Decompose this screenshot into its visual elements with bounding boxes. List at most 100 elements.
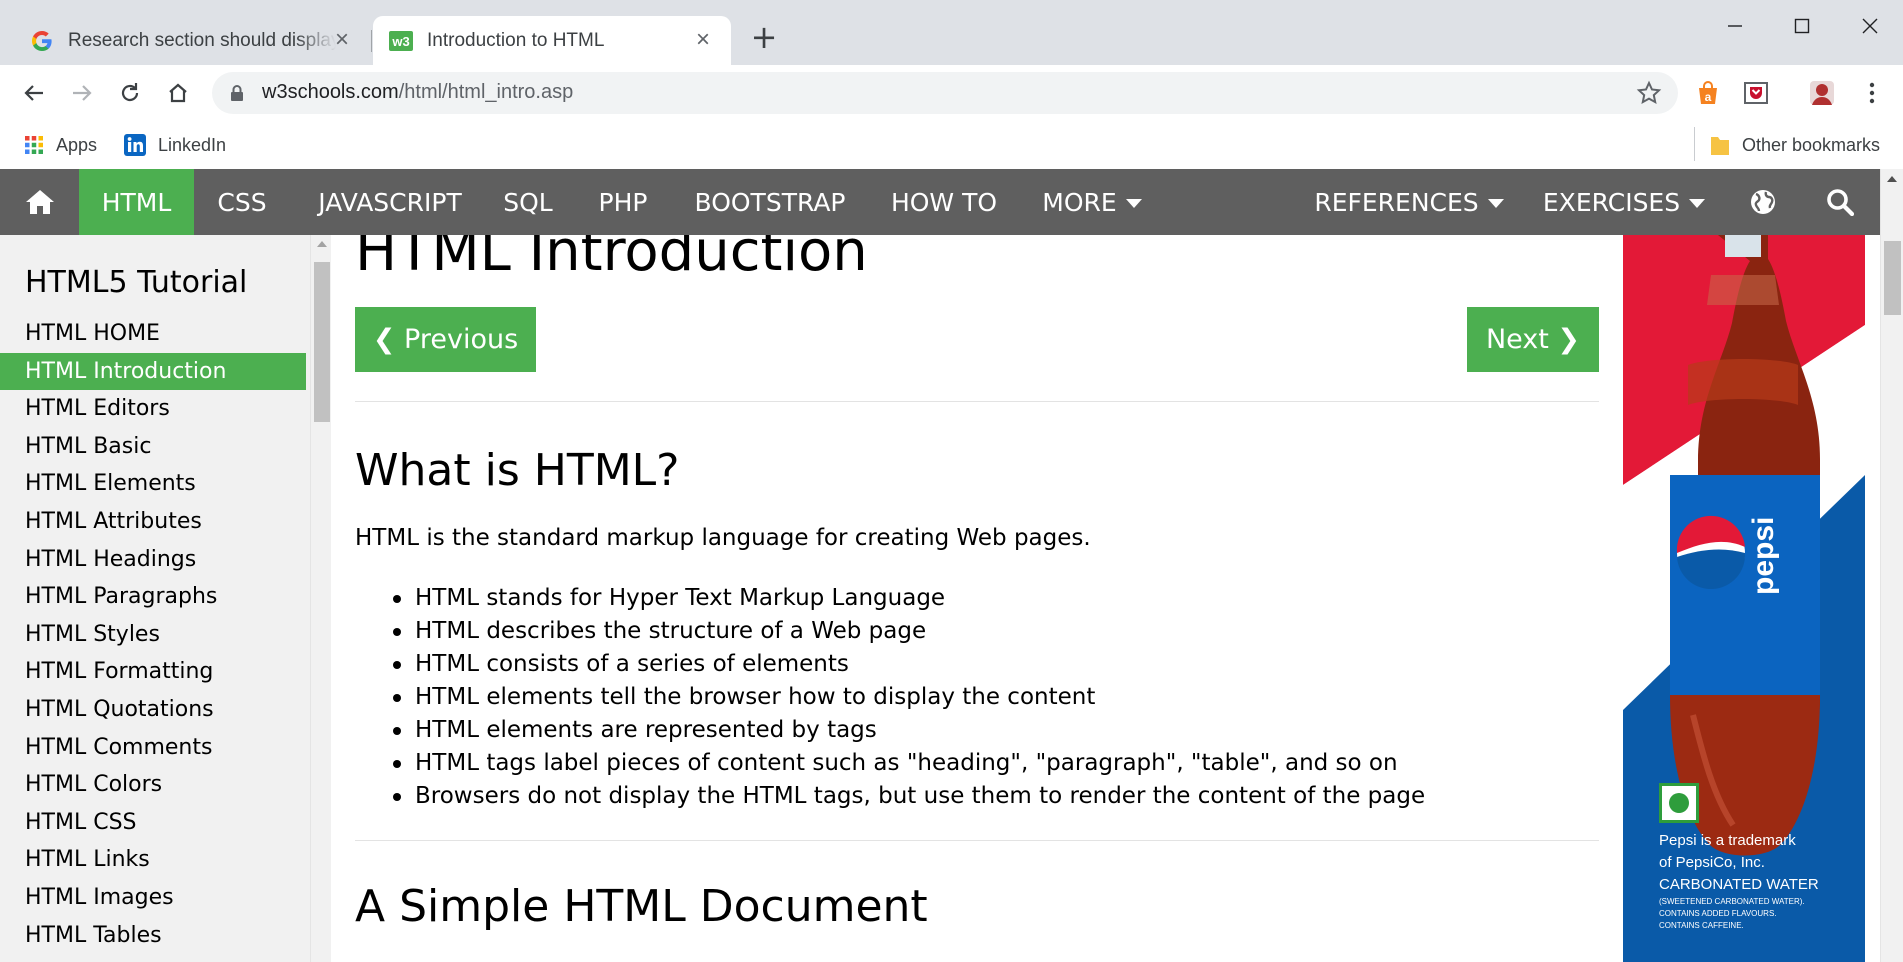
kebab-menu-icon (1869, 82, 1875, 104)
sidebar-item-html-images[interactable]: HTML Images (0, 879, 306, 917)
veg-mark-icon (1659, 783, 1699, 823)
nav-sql[interactable]: SQL (490, 169, 566, 235)
other-bookmarks-folder[interactable]: Other bookmarks (1710, 130, 1880, 160)
nav-css[interactable]: CSS (194, 169, 290, 235)
sidebar-item-html-elements[interactable]: HTML Elements (0, 465, 306, 503)
sidebar-item-html-quotations[interactable]: HTML Quotations (0, 691, 306, 729)
sidebar-scroll-thumb[interactable] (314, 262, 330, 422)
amazon-extension-icon[interactable]: a (1693, 78, 1723, 108)
site-top-nav: HTML CSS JAVASCRIPT SQL PHP BOOTSTRAP HO… (0, 169, 1880, 235)
bookmark-linkedin[interactable]: LinkedIn (124, 130, 226, 160)
next-button[interactable]: Next ❯ (1467, 307, 1599, 372)
translate-button[interactable] (1738, 169, 1788, 235)
bookmark-star-icon[interactable] (1636, 80, 1662, 106)
sidebar-item-html-css[interactable]: HTML CSS (0, 804, 306, 842)
close-icon[interactable]: × (691, 28, 715, 52)
globe-icon (1751, 190, 1775, 214)
nav-exercises-dropdown[interactable]: EXERCISES (1536, 169, 1712, 235)
nav-php[interactable]: PHP (580, 169, 666, 235)
tutorial-sidebar: HTML5 Tutorial HTML HOME HTML Introducti… (0, 235, 310, 962)
google-g-icon (30, 29, 54, 53)
sidebar-item-html-headings[interactable]: HTML Headings (0, 541, 306, 579)
main-content: HTML Introduction ❮ Previous Next ❯ What… (355, 235, 1599, 962)
forward-arrow-icon (73, 85, 92, 101)
ad-fineprint: (SWEETENED CARBONATED WATER). (1659, 897, 1805, 906)
ad-trademark-line: of PepsiCo, Inc. (1659, 854, 1765, 871)
sidebar-item-html-styles[interactable]: HTML Styles (0, 616, 306, 654)
maximize-icon (1794, 18, 1810, 34)
close-icon[interactable]: × (330, 28, 354, 52)
tab-google-search[interactable]: Research section should display a × (0, 16, 370, 65)
list-item: HTML consists of a series of elements (392, 648, 1425, 681)
sidebar-item-html-colors[interactable]: HTML Colors (0, 766, 306, 804)
close-window-button[interactable] (1840, 8, 1900, 44)
sidebar-item-html-attributes[interactable]: HTML Attributes (0, 503, 306, 541)
chrome-menu-button[interactable] (1857, 78, 1887, 108)
home-nav-button[interactable] (0, 169, 79, 235)
page-scroll-thumb[interactable] (1884, 241, 1901, 315)
nav-label: REFERENCES (1314, 187, 1479, 217)
back-button[interactable] (14, 75, 54, 111)
home-icon (169, 83, 187, 103)
nav-javascript[interactable]: JAVASCRIPT (290, 169, 490, 235)
reload-button[interactable] (110, 75, 150, 111)
feature-list: HTML stands for Hyper Text Markup Langua… (392, 582, 1425, 813)
lock-icon (230, 84, 244, 106)
nav-label: JAVASCRIPT (318, 187, 462, 217)
search-button[interactable] (1815, 169, 1865, 235)
sidebar-item-html-paragraphs[interactable]: HTML Paragraphs (0, 578, 306, 616)
address-bar[interactable]: w3schools.com/html/html_intro.asp (212, 72, 1678, 114)
scroll-up-icon[interactable] (317, 241, 327, 247)
profile-avatar-icon[interactable] (1807, 78, 1837, 108)
nav-html[interactable]: HTML (79, 169, 194, 235)
url-text[interactable]: w3schools.com/html/html_intro.asp (262, 81, 573, 104)
tab-title: Research section should display a (68, 29, 336, 51)
list-item: HTML elements are represented by tags (392, 714, 1425, 747)
section-heading: A Simple HTML Document (355, 881, 928, 932)
previous-button[interactable]: ❮ Previous (355, 307, 536, 372)
new-tab-button[interactable]: + (748, 21, 780, 54)
nav-label: HOW TO (890, 187, 998, 217)
ad-fineprint: CONTAINS ADDED FLAVOURS. (1659, 909, 1777, 918)
caret-down-icon (1125, 199, 1142, 208)
sidebar-item-html-formatting[interactable]: HTML Formatting (0, 653, 306, 691)
home-icon (25, 190, 54, 214)
sidebar-item-html-comments[interactable]: HTML Comments (0, 729, 306, 767)
sidebar-item-html-links[interactable]: HTML Links (0, 841, 306, 879)
ad-trademark-line: Pepsi is a trademark (1659, 832, 1796, 849)
nav-bootstrap[interactable]: BOOTSTRAP (681, 169, 859, 235)
minimize-icon (1728, 25, 1742, 27)
scroll-up-icon[interactable] (1887, 176, 1897, 182)
maximize-button[interactable] (1772, 8, 1832, 44)
ad-fineprint: CONTAINS CAFFEINE. (1659, 921, 1744, 930)
pocket-extension-icon[interactable] (1741, 78, 1771, 108)
sidebar-item-html-home[interactable]: HTML HOME (0, 315, 306, 353)
close-icon (1862, 18, 1878, 34)
forward-button[interactable] (62, 75, 102, 111)
sidebar-scrollbar[interactable] (310, 235, 331, 962)
tab-w3schools[interactable]: w3 Introduction to HTML × (373, 16, 731, 65)
sidebar-item-html-introduction[interactable]: HTML Introduction (0, 352, 306, 391)
apps-grid-icon (24, 135, 44, 155)
pepsi-brand-text: pepsi (1747, 517, 1780, 595)
url-host: w3schools.com (262, 81, 399, 103)
nav-label: CSS (217, 187, 267, 217)
list-item: HTML tags label pieces of content such a… (392, 747, 1425, 780)
bookmark-label: LinkedIn (158, 134, 227, 155)
pepsi-advertisement[interactable]: pepsi Pepsi is a trademark of PepsiCo, I… (1623, 235, 1865, 962)
nav-references-dropdown[interactable]: REFERENCES (1310, 169, 1508, 235)
minimize-button[interactable] (1705, 8, 1765, 44)
sidebar-item-html-editors[interactable]: HTML Editors (0, 390, 306, 428)
sidebar-heading: HTML5 Tutorial (25, 265, 248, 300)
home-button[interactable] (158, 75, 198, 111)
sidebar-item-html-tables[interactable]: HTML Tables (0, 917, 306, 955)
sidebar-item-html-basic[interactable]: HTML Basic (0, 428, 306, 466)
w3schools-icon: w3 (389, 29, 413, 53)
bookmark-apps[interactable]: Apps (24, 130, 97, 160)
nav-how-to[interactable]: HOW TO (876, 169, 1012, 235)
caret-down-icon (1487, 199, 1504, 208)
page-scrollbar[interactable] (1880, 169, 1903, 962)
section-heading: What is HTML? (355, 445, 680, 496)
nav-more-dropdown[interactable]: MORE (1036, 169, 1148, 235)
search-icon (1827, 189, 1854, 216)
